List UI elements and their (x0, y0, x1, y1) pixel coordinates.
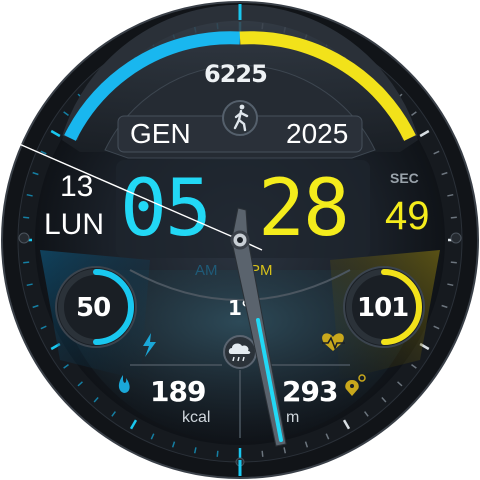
battery-value: 50 (76, 293, 111, 323)
heart-rate-value: 101 (357, 293, 409, 323)
left-screw (18, 232, 30, 244)
calories-value: 189 (150, 375, 206, 408)
bezel-tick (450, 216, 457, 219)
bezel-tick (261, 450, 264, 457)
distance-unit: m (286, 409, 300, 426)
pm-indicator: PM (250, 262, 273, 279)
bezel-tick (450, 261, 457, 264)
bezel-tick (23, 261, 30, 264)
date-month: GEN (130, 118, 191, 149)
date-weekday: LUN (44, 208, 105, 241)
time-minutes: 28 (258, 164, 350, 254)
seconds-label: SEC (390, 170, 419, 186)
weather-temperature: 1° (228, 296, 251, 320)
time-hours: 05 (120, 164, 212, 254)
am-indicator: AM (195, 262, 218, 279)
steps-value: 6225 (204, 60, 268, 88)
distance-value: 293 (282, 375, 338, 408)
bezel-tick (216, 450, 219, 457)
calories-unit: kcal (182, 409, 211, 426)
time-seconds: 49 (385, 194, 430, 238)
right-screw (450, 232, 462, 244)
date-year: 2025 (286, 118, 349, 149)
bezel-tick (23, 216, 30, 219)
date-day: 13 (60, 170, 94, 203)
